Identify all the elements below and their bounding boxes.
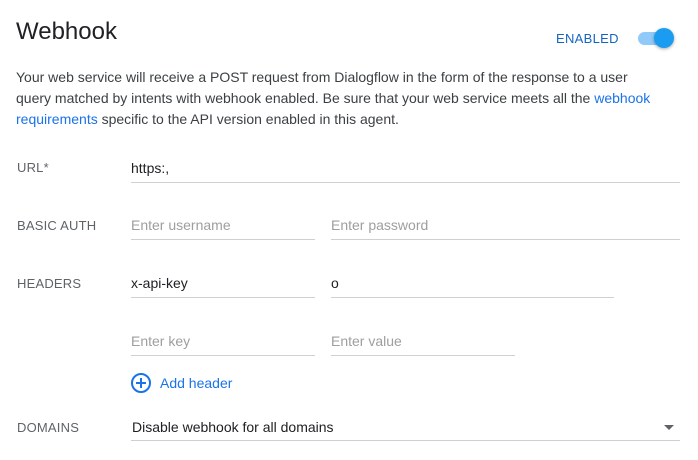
new-header-key-input[interactable] xyxy=(131,329,315,353)
domains-label: DOMAINS xyxy=(17,420,80,435)
headers-label: HEADERS xyxy=(17,276,82,291)
domains-selected-value: Disable webhook for all domains xyxy=(132,419,334,435)
username-field xyxy=(131,213,315,240)
new-header-value-field xyxy=(331,329,515,356)
chevron-down-icon xyxy=(664,425,674,430)
add-header-label: Add header xyxy=(160,375,233,391)
password-field xyxy=(331,213,680,240)
header-key-field xyxy=(131,271,315,298)
description-text-after: specific to the API version enabled in t… xyxy=(97,111,399,127)
webhook-enabled-toggle[interactable] xyxy=(636,28,674,48)
domains-select[interactable]: Disable webhook for all domains xyxy=(131,414,680,441)
url-field xyxy=(131,156,680,183)
header-value-input[interactable] xyxy=(331,271,614,295)
new-header-value-input[interactable] xyxy=(331,329,515,353)
basic-auth-label: BASIC AUTH xyxy=(17,218,97,233)
plus-circle-icon xyxy=(131,373,151,393)
enabled-label: ENABLED xyxy=(556,31,619,46)
header-value-field xyxy=(331,271,614,298)
new-header-key-field xyxy=(131,329,315,356)
username-input[interactable] xyxy=(131,213,315,237)
webhook-description: Your web service will receive a POST req… xyxy=(16,67,656,130)
add-header-button[interactable]: Add header xyxy=(131,372,232,394)
description-text-before: Your web service will receive a POST req… xyxy=(16,69,628,106)
toggle-knob xyxy=(654,28,674,48)
webhook-title: Webhook xyxy=(16,18,117,45)
password-input[interactable] xyxy=(331,213,680,237)
url-input[interactable] xyxy=(131,156,680,180)
url-label: URL* xyxy=(17,160,49,175)
header-key-input[interactable] xyxy=(131,271,315,295)
